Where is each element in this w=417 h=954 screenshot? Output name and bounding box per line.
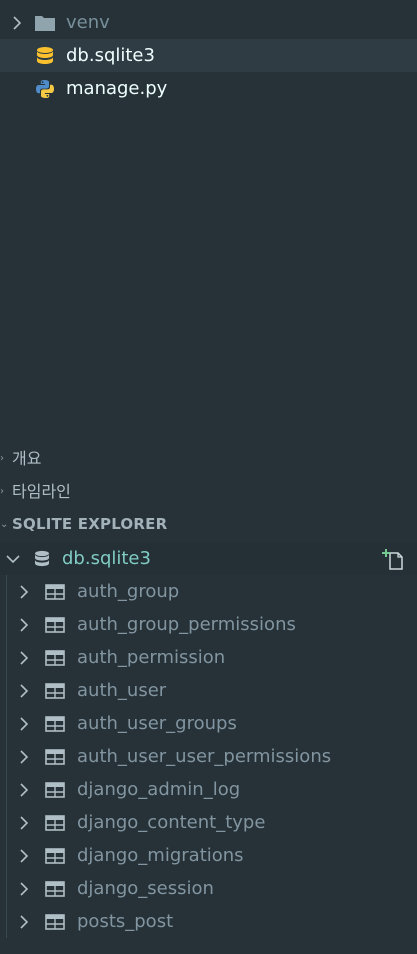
chevron-right-icon[interactable] bbox=[17, 848, 31, 863]
tree-item-label: manage.py bbox=[66, 78, 168, 99]
table-name: django_session bbox=[77, 878, 214, 899]
new-query-icon[interactable] bbox=[381, 548, 405, 570]
table-name: auth_group bbox=[77, 581, 180, 602]
section-sqlite-explorer[interactable]: ⌄ SQLITE EXPLORER bbox=[0, 508, 417, 541]
python-icon bbox=[34, 78, 56, 100]
table-item[interactable]: auth_user bbox=[0, 674, 417, 707]
table-name: auth_user bbox=[77, 680, 167, 701]
table-icon bbox=[45, 583, 65, 601]
tree-item-venv[interactable]: venv bbox=[0, 6, 417, 39]
table-name: posts_post bbox=[77, 911, 174, 932]
table-name: django_migrations bbox=[77, 845, 244, 866]
tree-item-label: db.sqlite3 bbox=[66, 45, 155, 66]
database-icon bbox=[34, 45, 56, 67]
chevron-right-icon[interactable] bbox=[17, 716, 31, 731]
chevron-down-icon[interactable] bbox=[6, 552, 20, 566]
table-icon bbox=[45, 847, 65, 865]
chevron-right-icon[interactable] bbox=[17, 881, 31, 896]
chevron-right-icon[interactable] bbox=[17, 914, 31, 929]
table-item[interactable]: django_content_type bbox=[0, 806, 417, 839]
cut-off-row bbox=[60, 0, 150, 2]
table-icon bbox=[45, 781, 65, 799]
table-name: auth_permission bbox=[77, 647, 226, 668]
table-icon bbox=[45, 649, 65, 667]
chevron-right-icon[interactable] bbox=[17, 617, 31, 632]
chevron-right-icon: › bbox=[0, 486, 4, 497]
chevron-right-icon[interactable] bbox=[17, 782, 31, 797]
table-item[interactable]: auth_user_groups bbox=[0, 707, 417, 740]
table-item[interactable]: posts_post bbox=[0, 905, 417, 938]
tree-item-label: venv bbox=[66, 12, 110, 33]
table-item[interactable]: django_session bbox=[0, 872, 417, 905]
chevron-right-icon[interactable] bbox=[17, 815, 31, 830]
table-icon bbox=[45, 682, 65, 700]
table-item[interactable]: auth_permission bbox=[0, 641, 417, 674]
folder-icon bbox=[34, 12, 56, 34]
chevron-down-icon: ⌄ bbox=[0, 519, 9, 530]
table-item[interactable]: auth_group_permissions bbox=[0, 608, 417, 641]
table-item[interactable]: auth_group bbox=[0, 575, 417, 608]
chevron-right-icon[interactable] bbox=[17, 584, 31, 599]
table-name: auth_user_user_permissions bbox=[77, 746, 332, 767]
database-item[interactable]: db.sqlite3 bbox=[0, 542, 417, 575]
section-timeline[interactable]: › 타임라인 bbox=[0, 475, 417, 508]
table-name: django_content_type bbox=[77, 812, 266, 833]
section-outline[interactable]: › 개요 bbox=[0, 442, 417, 475]
section-sqlite-explorer-label: SQLITE EXPLORER bbox=[12, 515, 168, 533]
database-icon bbox=[32, 549, 52, 569]
chevron-right-icon[interactable] bbox=[17, 650, 31, 665]
chevron-right-icon[interactable] bbox=[17, 749, 31, 764]
table-icon bbox=[45, 616, 65, 634]
chevron-right-icon[interactable] bbox=[17, 683, 31, 698]
tree-item-db-sqlite3[interactable]: db.sqlite3 bbox=[0, 39, 417, 72]
database-name: db.sqlite3 bbox=[62, 548, 151, 569]
table-name: django_admin_log bbox=[77, 779, 241, 800]
table-icon bbox=[45, 880, 65, 898]
table-icon bbox=[45, 748, 65, 766]
chevron-right-icon: › bbox=[0, 453, 4, 464]
explorer-panel: venv db.sqlite3 manage.py › 개요 › 타임라인 ⌄ … bbox=[0, 0, 417, 954]
table-icon bbox=[45, 814, 65, 832]
table-icon bbox=[45, 913, 65, 931]
tree-item-manage-py[interactable]: manage.py bbox=[0, 72, 417, 105]
table-item[interactable]: django_admin_log bbox=[0, 773, 417, 806]
table-item[interactable]: auth_user_user_permissions bbox=[0, 740, 417, 773]
table-name: auth_user_groups bbox=[77, 713, 237, 734]
section-timeline-label: 타임라인 bbox=[12, 482, 71, 501]
table-item[interactable]: django_migrations bbox=[0, 839, 417, 872]
section-outline-label: 개요 bbox=[12, 449, 42, 468]
table-icon bbox=[45, 715, 65, 733]
table-name: auth_group_permissions bbox=[77, 614, 296, 635]
chevron-right-icon[interactable] bbox=[10, 15, 24, 30]
